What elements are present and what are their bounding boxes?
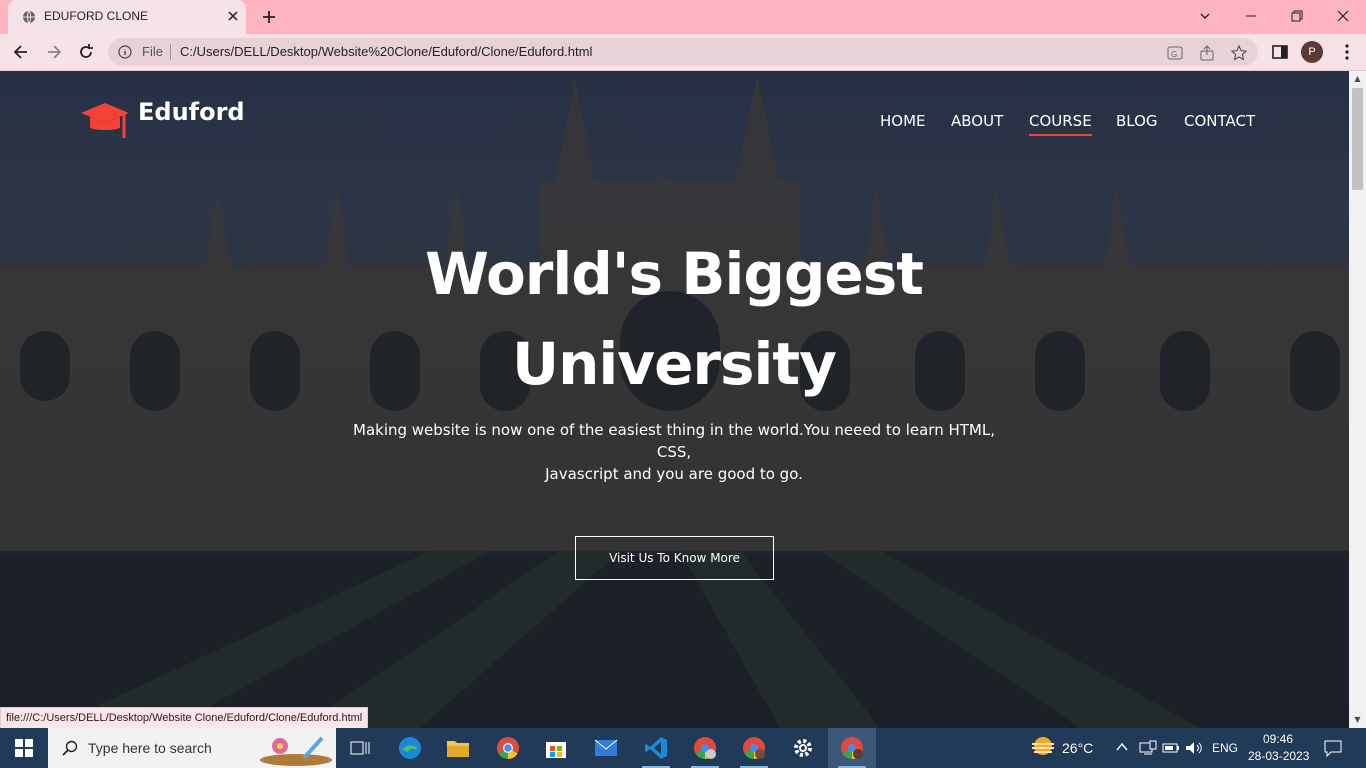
vscode-icon — [645, 737, 667, 759]
status-url-tooltip: file:///C:/Users/DELL/Desktop/Website Cl… — [0, 707, 369, 729]
taskbar-edge[interactable] — [386, 728, 434, 768]
language-indicator[interactable]: ENG — [1212, 741, 1238, 755]
search-highlight-illustration-icon — [260, 736, 332, 766]
chrome-profile-icon — [694, 737, 716, 759]
chrome-profile-icon — [743, 737, 765, 759]
globe-icon — [23, 10, 35, 24]
browser-tab-strip: EDUFORD CLONE — [0, 0, 1366, 34]
scroll-down-icon[interactable]: ▼ — [1352, 714, 1363, 725]
restore-button[interactable] — [1274, 0, 1320, 32]
hero-title-line2: University — [512, 330, 837, 398]
svg-text:G: G — [1171, 50, 1177, 59]
hero-subtitle: Making website is now one of the easiest… — [344, 419, 1004, 485]
chrome-active-icon — [841, 737, 863, 759]
volume-icon[interactable] — [1185, 740, 1203, 756]
close-tab-icon[interactable] — [226, 9, 240, 23]
taskbar-search-box[interactable]: Type here to search — [48, 728, 336, 768]
weather-temperature[interactable]: 26°C — [1062, 740, 1093, 756]
minimize-icon — [1246, 15, 1256, 17]
taskbar-chrome[interactable] — [484, 728, 532, 768]
restore-icon — [1291, 10, 1303, 22]
chevron-down-icon — [1200, 13, 1210, 19]
bookmark-star-icon[interactable] — [1231, 45, 1247, 61]
nav-course[interactable]: COURSE — [1029, 112, 1092, 136]
side-panel-icon[interactable] — [1271, 43, 1289, 61]
close-icon — [1337, 10, 1349, 22]
chevron-up-icon[interactable] — [1116, 742, 1128, 752]
browser-tab[interactable]: EDUFORD CLONE — [8, 0, 246, 34]
hero-subtitle-line2: CSS, — [656, 443, 692, 461]
reload-icon[interactable] — [77, 43, 95, 61]
nav-home[interactable]: HOME — [880, 112, 926, 130]
taskbar-chrome-profile-2[interactable] — [730, 728, 778, 768]
minimize-button[interactable] — [1228, 0, 1274, 32]
hero-subtitle-line1: Making website is now one of the easiest… — [353, 421, 995, 439]
hero-section: Eduford HOME ABOUT COURSE BLOG CONTACT W… — [0, 71, 1349, 728]
task-view-button[interactable] — [336, 728, 384, 768]
weather-hazy-icon[interactable] — [1030, 736, 1056, 758]
info-icon[interactable] — [118, 45, 132, 59]
taskbar-chrome-active[interactable] — [828, 728, 876, 768]
hero-subtitle-line3: Javascript and you are good to go. — [545, 465, 803, 483]
store-icon — [546, 742, 566, 758]
tab-search-button[interactable] — [1182, 0, 1228, 32]
mail-icon — [594, 739, 618, 756]
task-view-icon — [350, 741, 370, 755]
nav-contact[interactable]: CONTACT — [1184, 112, 1255, 130]
forward-icon[interactable] — [45, 43, 63, 61]
scroll-up-icon[interactable]: ▲ — [1352, 73, 1363, 84]
address-bar[interactable]: File C:/Users/DELL/Desktop/Website%20Clo… — [108, 38, 1258, 66]
tab-title: EDUFORD CLONE — [44, 9, 149, 23]
network-icon[interactable] — [1139, 740, 1157, 756]
settings-icon — [794, 739, 812, 757]
profile-avatar[interactable]: P — [1301, 41, 1323, 63]
edge-icon — [399, 737, 421, 759]
start-button[interactable] — [0, 728, 48, 768]
graduation-cap-icon[interactable] — [80, 101, 130, 143]
close-window-button[interactable] — [1320, 0, 1366, 32]
share-icon[interactable] — [1199, 45, 1215, 61]
url-divider — [170, 44, 171, 60]
new-tab-icon[interactable] — [260, 8, 278, 26]
url-text[interactable]: C:/Users/DELL/Desktop/Website%20Clone/Ed… — [180, 44, 592, 59]
nav-about[interactable]: ABOUT — [951, 112, 1003, 130]
back-icon[interactable] — [12, 43, 30, 61]
site-logo-text[interactable]: Eduford — [138, 98, 245, 126]
windows-logo-icon — [15, 739, 33, 757]
search-icon — [62, 740, 78, 756]
battery-icon[interactable] — [1162, 740, 1180, 756]
hero-title-line1: World's Biggest — [425, 240, 924, 308]
visit-us-button[interactable]: Visit Us To Know More — [575, 536, 774, 580]
chrome-icon — [497, 737, 519, 759]
taskbar-mail[interactable] — [582, 728, 630, 768]
file-explorer-icon — [447, 741, 469, 757]
taskbar-settings[interactable] — [779, 728, 827, 768]
windows-taskbar: Type here to search 26°C ENG 09:46 28-03… — [0, 728, 1366, 768]
search-placeholder: Type here to search — [88, 740, 212, 756]
clock-date[interactable]: 28-03-2023 — [1248, 749, 1309, 763]
nav-blog[interactable]: BLOG — [1116, 112, 1158, 130]
taskbar-chrome-profile-1[interactable] — [681, 728, 729, 768]
taskbar-file-explorer[interactable] — [434, 728, 482, 768]
taskbar-store[interactable] — [532, 728, 580, 768]
hero-title: World's Biggest University — [374, 229, 974, 409]
taskbar-vscode[interactable] — [632, 728, 680, 768]
url-scheme: File — [142, 44, 163, 59]
menu-kebab-icon[interactable] — [1338, 43, 1356, 61]
translate-icon[interactable]: G — [1167, 45, 1183, 61]
scrollbar-thumb[interactable] — [1352, 88, 1363, 190]
browser-toolbar: File C:/Users/DELL/Desktop/Website%20Clo… — [0, 34, 1366, 71]
clock-time[interactable]: 09:46 — [1263, 732, 1293, 746]
notifications-icon[interactable] — [1324, 740, 1342, 758]
